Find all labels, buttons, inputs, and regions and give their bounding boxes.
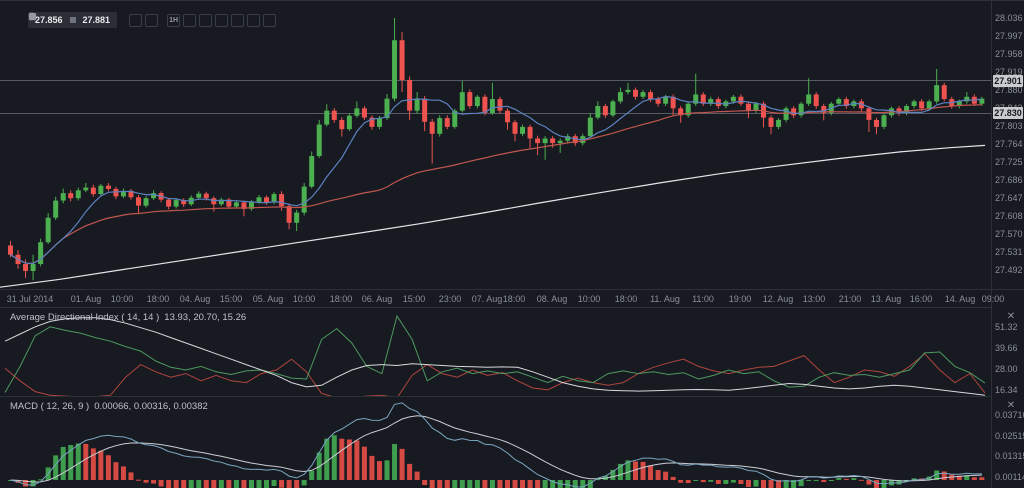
time-tick: 15:00 xyxy=(403,294,426,304)
time-tick: 11. Aug xyxy=(650,294,680,304)
edit-chart-button[interactable] xyxy=(247,14,260,27)
pencil-icon xyxy=(28,12,37,21)
timeframe-button[interactable]: 1H xyxy=(167,14,180,27)
price-tick: 27.997 xyxy=(995,31,1023,41)
time-tick: 18:00 xyxy=(330,294,353,304)
adx-indicator-pane[interactable]: Average Directional Index ( 14, 14 ) 13.9… xyxy=(0,307,991,397)
time-tick: 05. Aug xyxy=(253,294,284,304)
macd-title: MACD ( 12, 26, 9 ) xyxy=(10,401,89,412)
time-tick: 21:00 xyxy=(839,294,862,304)
time-tick: 16:00 xyxy=(910,294,933,304)
price-tick: 27.725 xyxy=(995,157,1023,167)
time-tick: 09:00 xyxy=(982,294,1005,304)
price-chart-pane[interactable]: 27.856 27.881 1H xyxy=(0,1,991,289)
time-tick: 10:00 xyxy=(111,294,134,304)
time-tick: 08. Aug xyxy=(537,294,568,304)
time-tick: 06. Aug xyxy=(362,294,393,304)
adx-values: 13.93, 20.70, 15.26 xyxy=(164,312,246,323)
price-tick: 27.764 xyxy=(995,139,1023,149)
time-tick: 31 Jul 2014 xyxy=(7,294,54,304)
price-tick: 27.880 xyxy=(995,85,1023,95)
time-tick: 14. Aug xyxy=(945,294,976,304)
adx-tick: 28.00 xyxy=(995,364,1018,374)
adx-title: Average Directional Index ( 14, 14 ) xyxy=(10,312,159,323)
price-tick: 27.492 xyxy=(995,265,1023,275)
adx-tick: 16.34 xyxy=(995,385,1018,395)
adx-tick: 39.66 xyxy=(995,343,1018,353)
price-tick: 28.036 xyxy=(995,13,1023,23)
macd-tick: 0.01315 xyxy=(995,451,1024,461)
macd-indicator-pane[interactable]: MACD ( 12, 26, 9 ) 0.00066, 0.00316, 0.00… xyxy=(0,396,991,488)
macd-tick: 0.00114 xyxy=(995,472,1024,482)
price-tick: 27.686 xyxy=(995,175,1023,185)
draw-brush-button[interactable] xyxy=(263,14,276,27)
time-tick: 10:00 xyxy=(293,294,316,304)
time-axis[interactable]: 31 Jul 2014 01. Aug 10:00 18:00 04. Aug 15:00… xyxy=(0,289,1024,308)
price-tick: 27.531 xyxy=(995,247,1023,257)
price-level-badge: 27.830 xyxy=(993,107,1023,119)
adx-close-button[interactable]: ✕ xyxy=(1004,310,1018,324)
spread-indicator xyxy=(70,17,76,23)
chart-toolbar: 27.856 27.881 1H xyxy=(28,12,276,28)
time-tick: 04. Aug xyxy=(180,294,211,304)
time-tick: 13:00 xyxy=(803,294,826,304)
price-level-badge: 27.901 xyxy=(993,75,1023,87)
timeframe-label: 1H xyxy=(169,17,178,24)
price-tick: 27.647 xyxy=(995,193,1023,203)
price-tick: 27.608 xyxy=(995,211,1023,221)
time-tick: 23:00 xyxy=(439,294,462,304)
time-tick: 19:00 xyxy=(729,294,752,304)
quote-widget[interactable]: 27.856 27.881 xyxy=(28,12,117,28)
time-tick: 12. Aug xyxy=(763,294,794,304)
drawing-tools-button[interactable] xyxy=(231,14,244,27)
chart-settings-button[interactable] xyxy=(215,14,228,27)
time-tick: 01. Aug xyxy=(71,294,102,304)
time-tick: 13. Aug xyxy=(871,294,902,304)
zoom-out-button[interactable] xyxy=(145,14,158,27)
macd-tick: 0.02515 xyxy=(995,431,1024,441)
price-tick: 27.958 xyxy=(995,49,1023,59)
price-tick: 27.570 xyxy=(995,229,1023,239)
price-axis[interactable]: 28.03627.99727.95827.91927.88027.84227.8… xyxy=(992,1,1024,289)
macd-close-button[interactable]: ✕ xyxy=(1004,399,1018,413)
bid-price[interactable]: 27.856 xyxy=(35,15,63,25)
time-tick: 07. Aug xyxy=(472,294,503,304)
zoom-in-button[interactable] xyxy=(129,14,142,27)
chart-type-button[interactable] xyxy=(183,14,196,27)
indicators-button[interactable] xyxy=(199,14,212,27)
trading-chart-window: 27.856 27.881 1H xyxy=(0,0,1024,488)
candlestick-chart[interactable] xyxy=(0,1,991,289)
macd-values: 0.00066, 0.00316, 0.00382 xyxy=(94,401,208,412)
ask-price[interactable]: 27.881 xyxy=(83,15,111,25)
time-tick: 18:00 xyxy=(503,294,526,304)
adx-label: Average Directional Index ( 14, 14 ) 13.9… xyxy=(10,312,246,323)
time-tick: 10:00 xyxy=(578,294,601,304)
price-tick: 27.803 xyxy=(995,121,1023,131)
time-tick: 18:00 xyxy=(147,294,170,304)
time-tick: 15:00 xyxy=(220,294,243,304)
time-tick: 18:00 xyxy=(615,294,638,304)
macd-label: MACD ( 12, 26, 9 ) 0.00066, 0.00316, 0.00… xyxy=(10,401,208,412)
time-tick: 11:00 xyxy=(692,294,714,304)
